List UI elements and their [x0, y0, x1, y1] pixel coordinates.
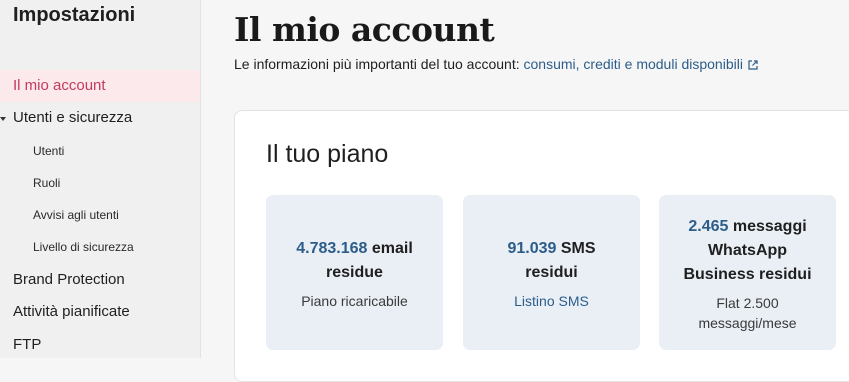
sidebar-item-label: Avvisi agli utenti	[33, 208, 119, 222]
tile-label: email	[371, 240, 413, 257]
tile-label: Business residui	[683, 266, 812, 283]
page-subtitle: Le informazioni più importanti del tuo a…	[234, 56, 758, 73]
sms-credits-tile: 91.039 SMS residui Listino SMS	[463, 195, 640, 350]
sidebar-item-label: FTP	[13, 336, 42, 353]
sidebar-item-scheduled-activities[interactable]: Attività pianificate	[0, 303, 200, 320]
plan-type: Flat 2.500 messaggi/mese	[659, 293, 836, 333]
sidebar-item-users-security[interactable]: Utenti e sicurezza	[0, 109, 200, 126]
tile-heading: 2.465 messaggi WhatsApp Business residui	[659, 215, 836, 287]
sms-count: 91.039	[507, 240, 557, 257]
caret-down-icon	[0, 117, 6, 121]
sidebar-item-label: Livello di sicurezza	[33, 240, 134, 254]
sms-price-list-link[interactable]: Listino SMS	[463, 291, 640, 311]
tile-label: WhatsApp	[707, 242, 788, 259]
whatsapp-count: 2.465	[688, 218, 729, 235]
sidebar-item-label: Utenti	[33, 144, 65, 158]
sidebar-item-label: Attività pianificate	[13, 303, 130, 320]
tile-label: residue	[326, 264, 383, 281]
sidebar-item-brand-protection[interactable]: Brand Protection	[0, 271, 200, 288]
sidebar-item-security-level[interactable]: Livello di sicurezza	[0, 240, 200, 254]
consumption-credits-link[interactable]: consumi, crediti e moduli disponibili	[524, 56, 758, 72]
tile-heading: 91.039 SMS residui	[463, 237, 640, 285]
sidebar: Impostazioni Il mio account Utenti e sic…	[0, 0, 201, 358]
plan-type: Piano ricaricabile	[301, 293, 408, 309]
sidebar-item-user-alerts[interactable]: Avvisi agli utenti	[0, 208, 200, 222]
plan-line: messaggi/mese	[698, 315, 797, 331]
tile-label: residui	[525, 264, 578, 281]
subtitle-text: Le informazioni più importanti del tuo a…	[234, 56, 520, 72]
sidebar-title: Impostazioni	[13, 4, 136, 26]
tile-label: SMS	[560, 240, 596, 257]
sidebar-item-label: Utenti e sicurezza	[13, 109, 133, 126]
sidebar-item-label: Brand Protection	[13, 271, 125, 288]
sidebar-item-label: Ruoli	[33, 176, 61, 190]
plan-line: Flat 2.500	[716, 295, 779, 311]
email-credits-tile: 4.783.168 email residue Piano ricaricabi…	[266, 195, 443, 350]
plan-title: Il tuo piano	[266, 140, 389, 168]
page-title: Il mio account	[234, 10, 495, 49]
whatsapp-credits-tile: 2.465 messaggi WhatsApp Business residui…	[659, 195, 836, 350]
sidebar-item-ftp[interactable]: FTP	[0, 336, 200, 353]
sidebar-item-label: Il mio account	[13, 77, 106, 94]
sidebar-item-roles[interactable]: Ruoli	[0, 176, 200, 190]
sidebar-item-users[interactable]: Utenti	[0, 144, 200, 158]
tile-label: messaggi	[732, 218, 807, 235]
link-label: consumi, crediti e moduli disponibili	[523, 56, 743, 72]
tile-heading: 4.783.168 email residue	[266, 237, 443, 285]
external-link-icon	[748, 57, 758, 73]
email-count: 4.783.168	[296, 240, 368, 257]
sidebar-item-my-account[interactable]: Il mio account	[0, 70, 200, 102]
